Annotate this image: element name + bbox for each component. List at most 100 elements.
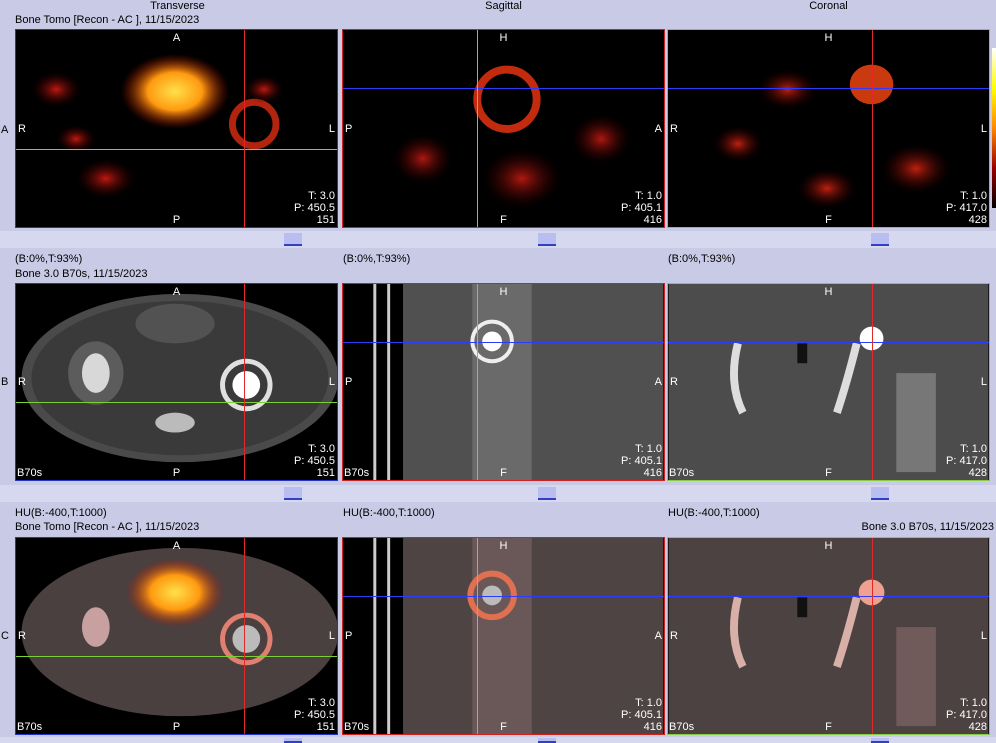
row-a-caption: Bone Tomo [Recon - AC ], 11/15/2023 (15, 14, 200, 26)
window-level-b1: HU(B:-400,T:1000) (15, 507, 107, 519)
orient-right: L (980, 630, 987, 642)
orient-bottom: F (500, 214, 507, 226)
viewport-b-transverse[interactable]: A P R L B70s T: 3.0 P: 450.5 151 (15, 283, 338, 481)
crosshair-horizontal[interactable] (16, 149, 337, 150)
slice-slider-coronal[interactable] (871, 233, 889, 246)
orient-right: L (328, 630, 335, 642)
orient-left: R (670, 376, 678, 388)
orient-right: L (980, 122, 987, 135)
crosshair-horizontal[interactable] (343, 596, 664, 597)
series-label: B70s (17, 721, 43, 733)
slice-slider-transverse[interactable] (284, 233, 302, 246)
window-level-b2: HU(B:-400,T:1000) (343, 507, 435, 519)
crosshair-vertical[interactable] (244, 538, 245, 734)
slice-info: T: 3.0 P: 450.5 151 (294, 443, 335, 479)
viewport-b-sagittal[interactable]: H F P A B70s T: 1.0 P: 405.1 416 (342, 283, 665, 481)
orient-left: R (18, 376, 26, 388)
crosshair-vertical[interactable] (244, 284, 245, 480)
slice-info: T: 1.0 P: 405.1 416 (621, 190, 662, 226)
nm-sagittal-image (393, 65, 631, 209)
viewport-c-coronal[interactable]: H F R L B70s T: 1.0 P: 417.0 428 (667, 537, 990, 735)
crosshair-vertical[interactable] (477, 538, 478, 734)
orient-bottom: P (172, 721, 181, 733)
orient-top: H (824, 540, 833, 552)
crosshair-horizontal[interactable] (668, 596, 989, 597)
series-label: B70s (669, 467, 695, 479)
viewport-b-coronal[interactable]: H F R L B70s T: 1.0 P: 417.0 428 (667, 283, 990, 481)
orient-bottom: F (500, 467, 507, 479)
orient-left: P (345, 122, 353, 135)
crosshair-horizontal[interactable] (16, 656, 337, 657)
orient-left: R (670, 122, 678, 135)
crosshair-vertical[interactable] (244, 30, 245, 227)
slice-slider-sagittal[interactable] (538, 233, 556, 246)
orient-right: L (980, 376, 987, 388)
slider-band-a (0, 231, 996, 248)
crosshair-vertical[interactable] (872, 30, 873, 227)
fusion-sagittal-image (373, 538, 664, 734)
crosshair-horizontal[interactable] (16, 402, 337, 403)
crosshair-horizontal[interactable] (343, 88, 664, 89)
series-label: B70s (669, 721, 695, 733)
viewport-a-sagittal[interactable]: H F P A T: 1.0 P: 405.1 416 (342, 29, 665, 228)
crosshair-horizontal[interactable] (668, 88, 989, 89)
orient-bottom: F (825, 214, 832, 226)
orient-left: P (345, 376, 353, 388)
row-a-label: A (1, 124, 9, 136)
viewport-c-transverse[interactable]: A P R L B70s T: 3.0 P: 450.5 151 (15, 537, 338, 735)
viewport-c-sagittal[interactable]: H F P A B70s T: 1.0 P: 405.1 416 (342, 537, 665, 735)
row-c-label: C (1, 630, 9, 642)
orient-bottom: F (825, 721, 832, 733)
orient-top: A (172, 540, 181, 552)
orient-right: A (654, 122, 662, 135)
slice-slider-transverse[interactable] (284, 487, 302, 500)
slice-info: T: 1.0 P: 405.1 416 (621, 697, 662, 733)
slice-info: T: 3.0 P: 450.5 151 (294, 190, 335, 226)
viewport-a-transverse[interactable]: A P R L T: 3.0 P: 450.5 151 (15, 29, 338, 228)
color-scale-bar (992, 48, 996, 208)
slice-info: T: 1.0 P: 405.1 416 (621, 443, 662, 479)
crosshair-horizontal[interactable] (343, 342, 664, 343)
orient-top: H (499, 540, 508, 552)
series-label: B70s (17, 467, 43, 479)
orient-top: H (824, 286, 833, 298)
crosshair-vertical[interactable] (872, 538, 873, 734)
slice-slider-sagittal[interactable] (538, 487, 556, 500)
slice-slider-sagittal[interactable] (538, 738, 556, 743)
orient-right: L (328, 376, 335, 388)
slice-info: T: 1.0 P: 417.0 428 (946, 443, 987, 479)
window-level-a3: (B:0%,T:93%) (668, 253, 736, 265)
series-label: B70s (344, 721, 370, 733)
orient-bottom: P (172, 214, 181, 226)
orient-left: R (18, 122, 26, 135)
nm-coronal-image (713, 64, 951, 209)
orient-top: A (172, 32, 181, 44)
orient-top: H (499, 286, 508, 298)
ct-coronal-image (668, 284, 989, 480)
crosshair-vertical[interactable] (477, 30, 478, 227)
slice-info: T: 1.0 P: 417.0 428 (946, 190, 987, 226)
ct-transverse-image (21, 293, 337, 463)
series-label: B70s (344, 467, 370, 479)
fusion-coronal-image (668, 538, 989, 734)
slice-slider-transverse[interactable] (284, 738, 302, 743)
slice-slider-coronal[interactable] (871, 487, 889, 500)
slice-slider-coronal[interactable] (871, 738, 889, 743)
crosshair-vertical[interactable] (872, 284, 873, 480)
crosshair-vertical[interactable] (477, 284, 478, 480)
orient-bottom: F (825, 467, 832, 479)
orient-top: H (824, 32, 833, 44)
orient-bottom: P (172, 467, 181, 479)
slider-band-c (0, 737, 996, 743)
window-level-a2: (B:0%,T:93%) (343, 253, 411, 265)
crosshair-horizontal[interactable] (668, 342, 989, 343)
orient-right: L (328, 122, 335, 135)
orient-left: R (18, 630, 26, 642)
header-sagittal: Sagittal (485, 0, 522, 12)
window-level-a1: (B:0%,T:93%) (15, 253, 83, 265)
row-b-caption: Bone 3.0 B70s, 11/15/2023 (15, 268, 148, 280)
fusion-transverse-image (21, 547, 337, 717)
viewport-a-coronal[interactable]: H F R L T: 1.0 P: 417.0 428 (667, 29, 990, 228)
slice-info: T: 3.0 P: 450.5 151 (294, 697, 335, 733)
header-coronal: Coronal (809, 0, 848, 12)
